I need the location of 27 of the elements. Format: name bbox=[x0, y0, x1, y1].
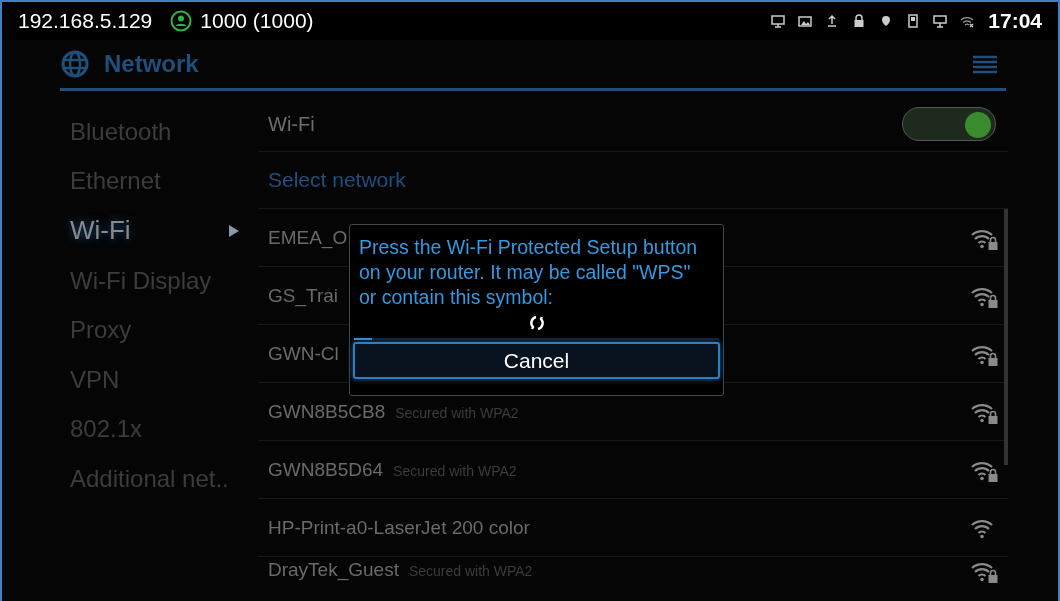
lock-icon bbox=[852, 14, 867, 28]
wifi-switch[interactable] bbox=[902, 107, 996, 141]
wifi-off-icon bbox=[960, 14, 975, 28]
network-icon bbox=[771, 14, 786, 28]
monitor-icon bbox=[933, 14, 948, 28]
wps-icon bbox=[528, 315, 545, 331]
page-title: Network bbox=[104, 50, 199, 78]
section-title: Select network bbox=[268, 168, 406, 192]
image-icon bbox=[798, 14, 813, 28]
network-name: DrayTek_Guest bbox=[268, 559, 399, 581]
dialog-message: Press the Wi-Fi Protected Setup button on your router. It may be called "WPS" or contain this symbol: bbox=[358, 235, 699, 310]
account-icon bbox=[170, 10, 193, 32]
account-number: 1000 (1000) bbox=[200, 9, 314, 33]
arrow-icon bbox=[228, 224, 240, 238]
network-name: EMEA_O bbox=[268, 226, 348, 249]
network-name: GWN8B5D64 bbox=[268, 458, 384, 481]
phone-icon bbox=[906, 14, 921, 28]
wifi-label: Wi-Fi bbox=[268, 112, 315, 136]
network-name: GWN-Cl bbox=[268, 342, 339, 365]
sidebar-item[interactable]: Wi-Fi bbox=[60, 206, 248, 256]
ip-address: 192.168.5.129 bbox=[18, 9, 153, 33]
network-name: HP-Print-a0-LaserJet 200 color bbox=[268, 516, 530, 539]
clock: 17:04 bbox=[988, 9, 1042, 33]
network-name: GS_Trai bbox=[268, 284, 339, 307]
network-name: GWN8B5CB8 bbox=[268, 400, 386, 423]
globe-icon bbox=[60, 49, 90, 79]
cancel-button[interactable]: Cancel bbox=[353, 342, 720, 379]
